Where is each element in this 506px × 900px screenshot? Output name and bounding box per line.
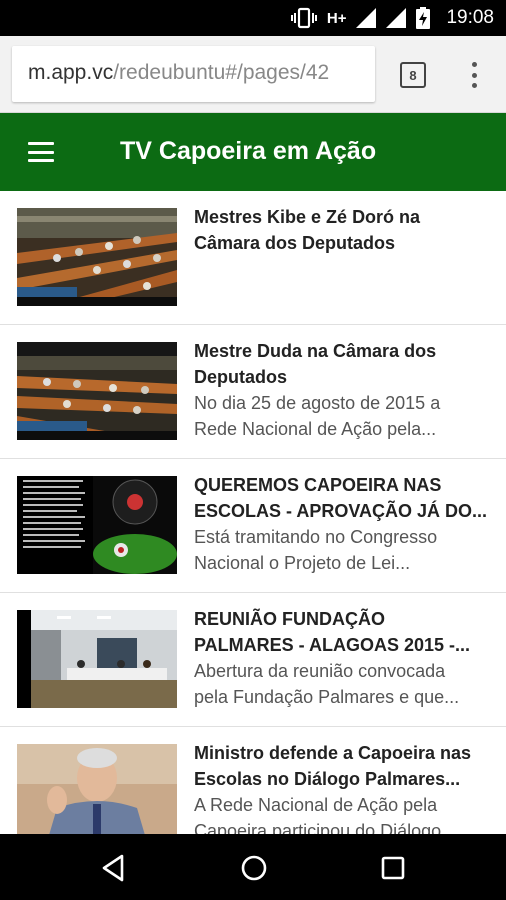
url-text[interactable]: m.app.vc/redeubuntu#/pages/42 <box>28 61 329 85</box>
speaker-portrait-image <box>17 744 177 834</box>
tab-switcher-button[interactable]: 8 <box>400 62 426 88</box>
overflow-menu-icon[interactable] <box>462 60 486 90</box>
network-type: H+ <box>326 9 347 27</box>
item-description: Abertura da reunião convocada pela Funda… <box>194 661 460 707</box>
url-path: /redeubuntu#/pages/42 <box>113 61 330 84</box>
video-list: Mestres Kibe e Zé Doró na Câmara dos Dep… <box>0 191 506 834</box>
item-description: A Rede Nacional de Ação pela Capoeira pa… <box>194 795 457 834</box>
item-texts: Ministro defende a Capoeira nas Escolas … <box>194 740 494 834</box>
meeting-room-image <box>17 610 177 708</box>
browser-toolbar: m.app.vc/redeubuntu#/pages/42 8 <box>0 36 506 113</box>
item-title[interactable]: QUEREMOS CAPOEIRA NAS ESCOLAS - APROVAÇÃ… <box>194 472 494 524</box>
system-nav-bar <box>0 834 506 900</box>
list-item[interactable]: Mestres Kibe e Zé Doró na Câmara dos Dep… <box>0 191 506 325</box>
vibrate-icon <box>290 7 317 29</box>
video-thumbnail[interactable] <box>17 476 177 574</box>
back-triangle-icon[interactable] <box>96 850 132 886</box>
page-title: TV Capoeira em Ação <box>120 137 377 165</box>
item-description: No dia 25 de agosto de 2015 a Rede Nacio… <box>194 393 441 439</box>
video-thumbnail[interactable] <box>17 342 177 440</box>
status-bar: H+ 19:08 <box>0 0 506 36</box>
item-title[interactable]: Ministro defende a Capoeira nas Escolas … <box>194 740 494 792</box>
list-item[interactable]: QUEREMOS CAPOEIRA NAS ESCOLAS - APROVAÇÃ… <box>0 459 506 593</box>
item-title[interactable]: Mestre Duda na Câmara dos Deputados <box>194 338 494 390</box>
app-bar: TV Capoeira em Ação <box>0 113 506 191</box>
list-item[interactable]: Ministro defende a Capoeira nas Escolas … <box>0 727 506 834</box>
recents-square-icon[interactable] <box>375 850 411 886</box>
list-item[interactable]: Mestre Duda na Câmara dos Deputados No d… <box>0 325 506 459</box>
item-title[interactable]: Mestres Kibe e Zé Doró na Câmara dos Dep… <box>194 204 494 256</box>
item-texts: REUNIÃO FUNDAÇÃO PALMARES - ALAGOAS 2015… <box>194 606 494 710</box>
url-host: m.app.vc <box>28 61 114 84</box>
list-item[interactable]: REUNIÃO FUNDAÇÃO PALMARES - ALAGOAS 2015… <box>0 593 506 727</box>
clock: 19:08 <box>446 7 494 28</box>
item-texts: Mestre Duda na Câmara dos Deputados No d… <box>194 338 494 442</box>
video-thumbnail[interactable] <box>17 744 177 834</box>
home-circle-icon[interactable] <box>236 850 272 886</box>
signal-icon <box>386 8 407 28</box>
url-bar[interactable]: m.app.vc/redeubuntu#/pages/42 <box>12 46 375 102</box>
hamburger-icon[interactable] <box>28 142 54 162</box>
signal-icon <box>356 8 377 28</box>
item-texts: QUEREMOS CAPOEIRA NAS ESCOLAS - APROVAÇÃ… <box>194 472 494 576</box>
status-icons: H+ 19:08 <box>290 0 494 36</box>
chamber-scene-image <box>17 208 177 306</box>
video-thumbnail[interactable] <box>17 610 177 708</box>
video-thumbnail[interactable] <box>17 208 177 306</box>
tab-count: 8 <box>409 67 417 83</box>
campaign-graphic-image <box>17 476 177 574</box>
item-description: Está tramitando no Congresso Nacional o … <box>194 527 438 573</box>
item-texts: Mestres Kibe e Zé Doró na Câmara dos Dep… <box>194 204 494 256</box>
item-title[interactable]: REUNIÃO FUNDAÇÃO PALMARES - ALAGOAS 2015… <box>194 606 494 658</box>
chamber-scene-image <box>17 342 177 440</box>
battery-charging-icon <box>416 7 431 29</box>
